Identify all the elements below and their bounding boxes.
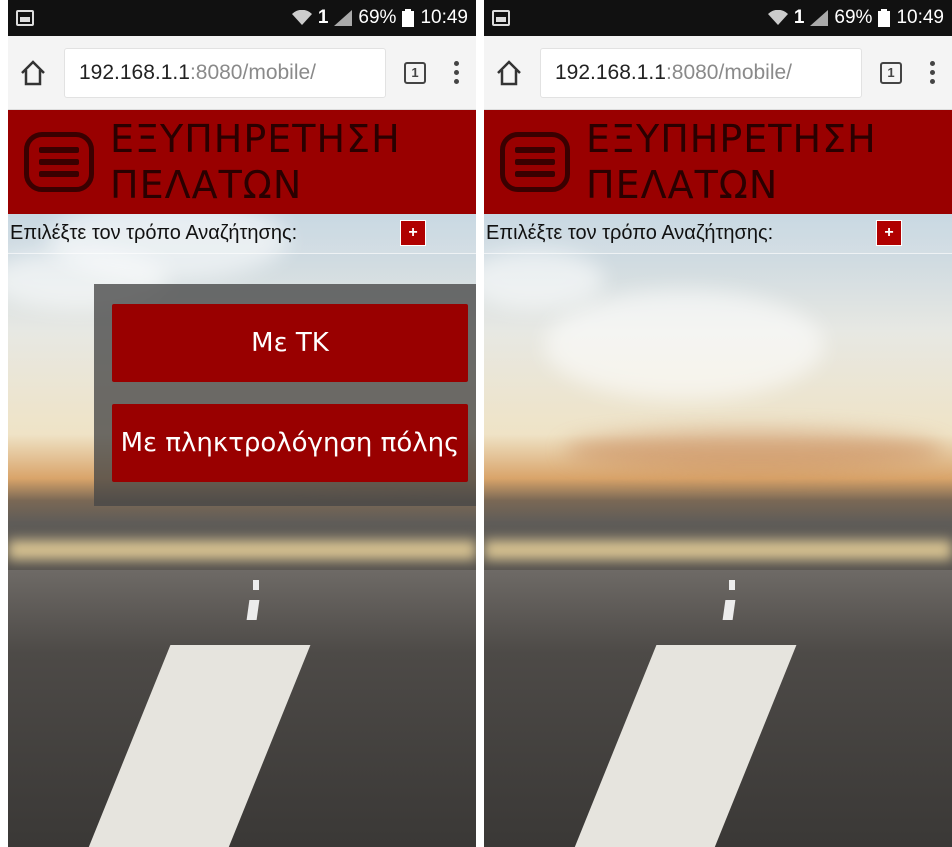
url-field[interactable]: 192.168.1.1:8080/mobile/ xyxy=(64,47,386,98)
search-mode-label: Επιλέξτε τον τρόπο Αναζήτησης: xyxy=(10,222,298,244)
browser-toolbar: 192.168.1.1:8080/mobile/ 1 xyxy=(8,36,476,110)
battery-percent: 69% xyxy=(358,7,397,28)
clock: 10:49 xyxy=(896,7,944,28)
expand-search-button[interactable]: + xyxy=(876,220,902,246)
site-header: ΕΞΥΠΗΡΕΤΗΣΗ ΠΕΛΑΤΩΝ xyxy=(484,110,952,214)
url-path: :8080/mobile/ xyxy=(189,60,317,84)
signal-icon xyxy=(810,10,829,26)
expand-search-button[interactable]: + xyxy=(400,220,426,246)
browser-toolbar: 192.168.1.1:8080/mobile/ 1 xyxy=(484,36,952,110)
site-title: ΕΞΥΠΗΡΕΤΗΣΗ ΠΕΛΑΤΩΝ xyxy=(110,116,470,208)
title-line-2: ΠΕΛΑΤΩΝ xyxy=(586,163,779,207)
phone-screen-left: 1 69% 10:49 192.168.1.1:8080/mobile/ 1 xyxy=(8,0,476,847)
gallery-notification-icon xyxy=(492,10,510,26)
status-bar: 1 69% 10:49 xyxy=(484,0,952,36)
web-page: ΕΞΥΠΗΡΕΤΗΣΗ ΠΕΛΑΤΩΝ Επιλέξτε τον τρόπο Α… xyxy=(484,110,952,847)
url-path: :8080/mobile/ xyxy=(665,60,793,84)
tabs-switcher-button[interactable]: 1 xyxy=(404,61,426,84)
battery-icon xyxy=(878,9,891,27)
title-line-2: ΠΕΛΑΤΩΝ xyxy=(110,163,303,207)
battery-percent: 69% xyxy=(834,7,873,28)
home-icon[interactable] xyxy=(18,58,48,88)
url-field[interactable]: 192.168.1.1:8080/mobile/ xyxy=(540,47,862,98)
postal-code-button[interactable]: Με ΤΚ xyxy=(112,304,468,382)
title-line-1: ΕΞΥΠΗΡΕΤΗΣΗ xyxy=(110,117,401,161)
hamburger-menu-icon[interactable] xyxy=(24,132,94,192)
sim-indicator: 1 xyxy=(793,7,805,28)
overflow-menu-icon[interactable] xyxy=(930,61,936,84)
battery-icon xyxy=(402,9,415,27)
search-mode-label: Επιλέξτε τον τρόπο Αναζήτησης: xyxy=(486,222,774,244)
wifi-icon xyxy=(767,10,788,26)
site-title: ΕΞΥΠΗΡΕΤΗΣΗ ΠΕΛΑΤΩΝ xyxy=(586,116,946,208)
search-mode-row: Επιλέξτε τον τρόπο Αναζήτησης: + xyxy=(484,214,952,254)
overflow-menu-icon[interactable] xyxy=(454,61,460,84)
city-input-button[interactable]: Με πληκτρολόγηση πόλης xyxy=(112,404,468,482)
url-host: 192.168.1.1 xyxy=(79,60,190,84)
sim-indicator: 1 xyxy=(317,7,329,28)
search-mode-row: Επιλέξτε τον τρόπο Αναζήτησης: + xyxy=(8,214,476,254)
status-bar: 1 69% 10:49 xyxy=(8,0,476,36)
gallery-notification-icon xyxy=(16,10,34,26)
web-page: ΕΞΥΠΗΡΕΤΗΣΗ ΠΕΛΑΤΩΝ Επιλέξτε τον τρόπο Α… xyxy=(8,110,476,847)
phone-screen-right: 1 69% 10:49 192.168.1.1:8080/mobile/ 1 xyxy=(484,0,952,847)
wifi-icon xyxy=(291,10,312,26)
clock: 10:49 xyxy=(420,7,468,28)
title-line-1: ΕΞΥΠΗΡΕΤΗΣΗ xyxy=(586,117,877,161)
signal-icon xyxy=(334,10,353,26)
home-icon[interactable] xyxy=(494,58,524,88)
tabs-switcher-button[interactable]: 1 xyxy=(880,61,902,84)
url-host: 192.168.1.1 xyxy=(555,60,666,84)
site-header: ΕΞΥΠΗΡΕΤΗΣΗ ΠΕΛΑΤΩΝ xyxy=(8,110,476,214)
hamburger-menu-icon[interactable] xyxy=(500,132,570,192)
search-mode-popup: Με ΤΚ Με πληκτρολόγηση πόλης xyxy=(94,284,476,506)
